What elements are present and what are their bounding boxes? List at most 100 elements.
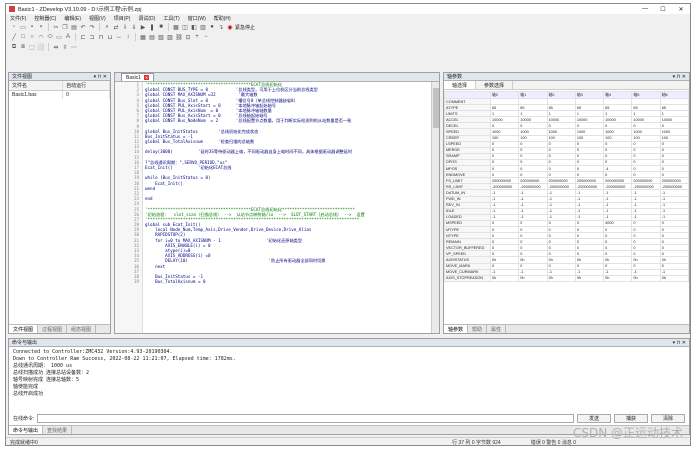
new-file-icon[interactable]: ▫	[10, 24, 18, 31]
same-width-icon[interactable]: ↔	[115, 34, 123, 41]
scope-icon[interactable]: ▦	[172, 24, 180, 31]
image-icon[interactable]: ▨	[166, 34, 174, 41]
column-header-autorun[interactable]: 自动运行	[62, 81, 110, 91]
chart-icon[interactable]: ▧	[157, 34, 165, 41]
rect-tool-icon[interactable]: □	[19, 34, 27, 41]
menu-debug[interactable]: 调试(D)	[138, 15, 155, 22]
bind-icon[interactable]: ⛓	[175, 34, 183, 41]
center-v-icon[interactable]: ⇳	[61, 44, 69, 51]
zoom-in-icon[interactable]: +	[193, 34, 201, 41]
scroll-thumb[interactable]	[433, 88, 439, 128]
register-icon[interactable]: ▥	[199, 24, 207, 31]
pin-icon[interactable]: ▾ ⊓ ✕	[673, 74, 686, 80]
breakpoint-icon[interactable]: ●	[208, 24, 216, 31]
menu-file[interactable]: 文件(F)	[10, 15, 26, 22]
tab-basic1[interactable]: Basic1 ✕	[121, 73, 155, 81]
clear-button[interactable]: 清除	[651, 413, 685, 423]
minimize-button[interactable]: —	[636, 6, 654, 12]
button-tool-icon[interactable]: ▭	[55, 34, 63, 41]
download-ram-icon[interactable]: ⇩	[121, 24, 129, 31]
zoom-out-icon[interactable]: −	[202, 34, 210, 41]
capture-button[interactable]: 捕获	[614, 413, 648, 423]
line-tool-icon[interactable]: ╱	[10, 34, 18, 41]
code-line[interactable]: Bus_TotalAxisnum = 0	[145, 279, 433, 284]
align-top-icon[interactable]: ⊓	[97, 34, 105, 41]
align-bottom-icon[interactable]: ⊔	[106, 34, 114, 41]
connect-icon[interactable]: ⇄	[112, 24, 120, 31]
ungroup-icon[interactable]: ⬜	[37, 44, 45, 51]
tab-help[interactable]: 帮助	[468, 325, 488, 333]
emergency-stop-label[interactable]: 紧急停止	[235, 24, 255, 31]
align-left-icon[interactable]: ⊏	[79, 34, 87, 41]
distribute-icon[interactable]: ⋯	[70, 44, 78, 51]
open-folder-icon[interactable]: ▭	[19, 24, 27, 31]
param-value[interactable]: 0h	[631, 274, 661, 282]
run-icon[interactable]: ▶	[139, 24, 147, 31]
param-value[interactable]: 0h	[603, 274, 633, 282]
io-icon[interactable]: ◧	[190, 24, 198, 31]
menu-view[interactable]: 视图(V)	[89, 15, 106, 22]
menu-controller[interactable]: 控制器(C)	[34, 15, 56, 22]
tab-axis-select[interactable]: 轴选择	[444, 81, 477, 89]
ellipse-tool-icon[interactable]: ⬭	[46, 34, 54, 41]
circle-tool-icon[interactable]: ○	[28, 34, 36, 41]
save-all-icon[interactable]: ▪	[37, 24, 45, 31]
pause-icon[interactable]: ❚	[148, 24, 156, 31]
same-height-icon[interactable]: ↕	[124, 34, 132, 41]
tab-properties[interactable]: 属性	[487, 325, 507, 333]
stop-icon[interactable]: ■	[157, 24, 165, 31]
emergency-stop-icon[interactable]: ◉	[226, 24, 234, 31]
lock-icon[interactable]: ⊡	[184, 34, 192, 41]
maximize-button[interactable]: ☐	[654, 6, 672, 13]
tab-axis-params[interactable]: 轴参数	[444, 325, 469, 333]
cut-icon[interactable]: ✂	[52, 24, 60, 31]
send-button[interactable]: 发送	[577, 413, 611, 423]
group-icon[interactable]: ⬚	[28, 44, 36, 51]
code-area[interactable]: 1 2 3 4 5 6 7 8 9 10 11 12 13 14 15 16 17 18 19 20 21 22 23 24 2…	[115, 82, 433, 333]
step-icon[interactable]: ↴	[217, 24, 225, 31]
bring-front-icon[interactable]: ⧉	[10, 44, 18, 51]
column-header-filename[interactable]: 文件名	[9, 81, 64, 91]
undo-icon[interactable]: ↶	[79, 24, 87, 31]
copy-icon[interactable]: ❐	[61, 24, 69, 31]
menu-edit[interactable]: 编辑(E)	[64, 15, 81, 22]
table-row[interactable]: Basic1.bas 0	[9, 90, 110, 99]
close-button[interactable]: ✕	[672, 6, 690, 13]
menu-tools[interactable]: 工具(T)	[163, 15, 179, 22]
menu-project[interactable]: 项目(P)	[114, 15, 131, 22]
menu-help[interactable]: 帮助(H)	[214, 15, 231, 22]
axis-icon[interactable]: ◫	[181, 24, 189, 31]
editor-scrollbar[interactable]	[431, 82, 439, 333]
grid-icon[interactable]: ▦	[139, 34, 147, 41]
file-name[interactable]: Basic1.bas	[9, 90, 64, 99]
send-back-icon[interactable]: ⧈	[19, 44, 27, 51]
param-value[interactable]: 0h	[518, 274, 548, 282]
close-tab-icon[interactable]: ✕	[144, 75, 150, 80]
menu-window[interactable]: 窗口(W)	[188, 15, 206, 22]
param-value[interactable]: 0h	[659, 274, 689, 282]
tab-param-select[interactable]: 参数选择	[476, 81, 514, 89]
tab-process-view[interactable]: 过程视图	[38, 325, 68, 333]
file-autorun[interactable]: 0	[62, 90, 110, 99]
param-value[interactable]: 0h	[574, 274, 605, 282]
param-value[interactable]: 0h	[489, 274, 520, 282]
tab-command-output[interactable]: 命令与输出	[9, 426, 44, 434]
tab-file-view[interactable]: 文件视图	[9, 325, 39, 333]
find-icon[interactable]: ⌕	[103, 24, 111, 31]
command-input[interactable]	[37, 413, 574, 423]
paste-icon[interactable]: ▤	[70, 24, 78, 31]
download-rom-icon[interactable]: ⇓	[130, 24, 138, 31]
arc-tool-icon[interactable]: ◠	[37, 34, 45, 41]
tab-config-view[interactable]: 组态视图	[67, 325, 97, 333]
redo-icon[interactable]: ↷	[88, 24, 96, 31]
label-tool-icon[interactable]: A	[64, 34, 72, 41]
align-right-icon[interactable]: ⊐	[88, 34, 96, 41]
tab-find-results[interactable]: 查找结果	[43, 426, 73, 434]
code-lines[interactable]: '***************************************…	[145, 82, 433, 284]
param-value[interactable]: 0h	[546, 274, 576, 282]
pin-icon[interactable]: ▾ ⊓ ✕	[673, 340, 686, 346]
save-icon[interactable]: ▪	[28, 24, 36, 31]
center-h-icon[interactable]: ⇹	[52, 44, 60, 51]
pin-icon[interactable]: ▾ ⊓ ✕	[94, 74, 107, 80]
table-icon[interactable]: ▤	[148, 34, 156, 41]
